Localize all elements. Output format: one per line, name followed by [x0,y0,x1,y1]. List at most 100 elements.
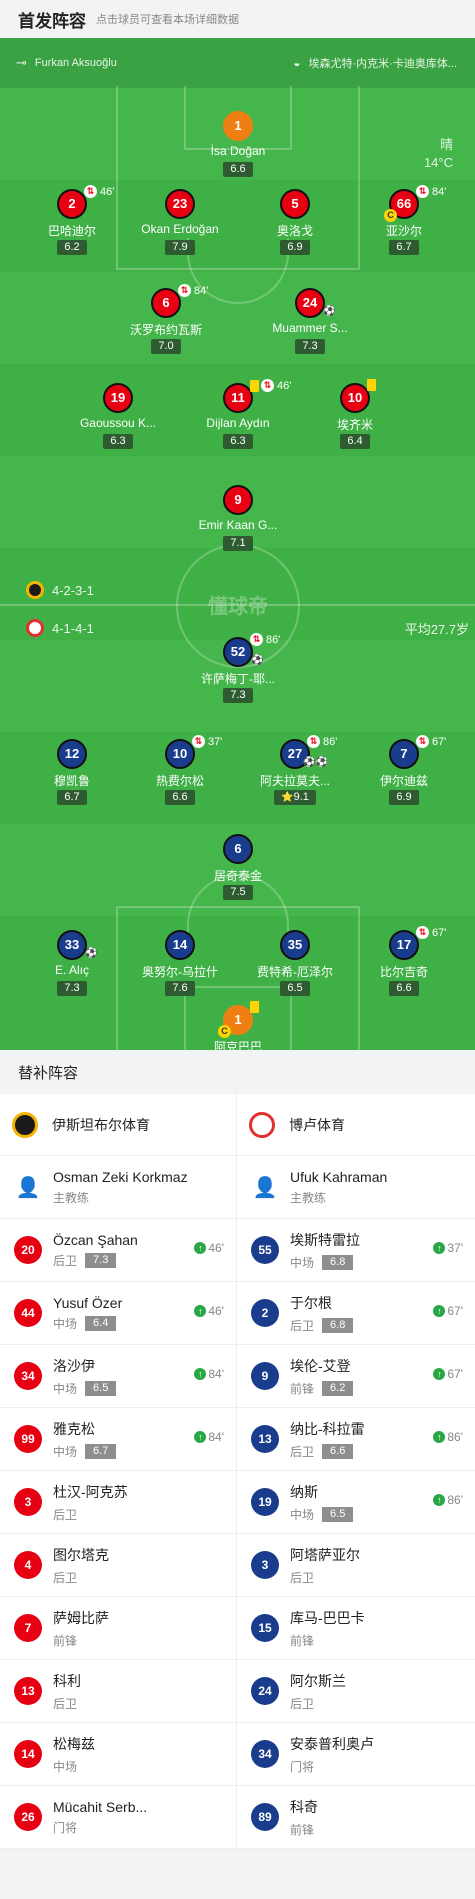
away-sub-row[interactable]: 55 埃斯特雷拉 中场 6.8 ↑ 37' [237,1219,475,1282]
away-player[interactable]: 10 ⇅ 37' 热费尔松 6.6 [130,735,230,805]
sub-in-minute: 46' [208,1304,224,1318]
away-player[interactable]: 52 ⇅ 86' ⚽ 许萨梅丁-耶... 7.3 [188,633,288,703]
away-player[interactable]: 17 ⇅ 67' 比尔吉奇 6.6 [354,926,454,996]
home-sub-row[interactable]: 99 雅克松 中场 6.7 ↑ 84' [0,1408,236,1471]
sub-out-icon: ⇅ [416,185,429,198]
sub-info: Özcan Şahan 后卫 7.3 [53,1232,138,1269]
away-player[interactable]: 14 奥努尔-乌拉什 7.6 [130,930,230,996]
home-sub-row[interactable]: 34 洛沙伊 中场 6.5 ↑ 84' [0,1345,236,1408]
home-team-row[interactable]: 伊斯坦布尔体育 [0,1094,236,1156]
away-player[interactable]: 6 居奇泰金 7.5 [188,834,288,900]
home-player[interactable]: 19 Gaoussou K... 6.3 [68,383,168,449]
away-sub-row[interactable]: 34 安泰普利奥卢 门将 [237,1723,475,1786]
sub-position: 后卫 [53,1253,78,1268]
sub-info: 科利 后卫 [53,1671,81,1712]
sub-number: 13 [251,1425,279,1453]
away-player[interactable]: 35 费特希-厄泽尔 6.5 [245,930,345,996]
sub-position-line: 门将 [53,1819,147,1836]
sub-rating: 6.4 [85,1315,117,1331]
home-sub-row[interactable]: 13 科利 后卫 [0,1660,236,1723]
player-name: 费特希-厄泽尔 [257,965,333,979]
sub-position: 门将 [290,1759,315,1774]
sub-position: 前锋 [53,1633,78,1648]
player-rating: 6.7 [389,240,419,255]
away-sub-row[interactable]: 2 于尔根 后卫 6.8 ↑ 67' [237,1282,475,1345]
home-player[interactable]: 66 C ⇅ 84' 亚沙尔 6.7 [354,185,454,255]
home-sub-row[interactable]: 14 松梅兹 中场 [0,1723,236,1786]
away-team-name: 博卢体育 [289,1116,345,1133]
sub-info: 杜汉-阿克苏 后卫 [53,1482,128,1523]
player-number: 10 [340,383,370,413]
sub-position: 后卫 [53,1570,78,1585]
sub-time: 84' [194,284,209,297]
pitch: ⊸ Furkan Aksuoğlu ◒ 埃森尤特·内克米·卡迪奥库体... 懂球… [0,38,475,1050]
sub-name: 萨姆比萨 [53,1609,109,1626]
away-player[interactable]: 1C阿克巴巴7.4 [188,1001,288,1050]
away-sub-row[interactable]: 15 库马-巴巴卡 前锋 [237,1597,475,1660]
sub-in-time: ↑ 37' [433,1241,463,1255]
home-sub-row[interactable]: 44 Yusuf Özer 中场 6.4 ↑ 46' [0,1282,236,1345]
home-player[interactable]: 23 Okan Erdoğan 7.9 [130,189,230,255]
away-sub-row[interactable]: 13 纳比-科拉雷 后卫 6.6 ↑ 86' [237,1408,475,1471]
home-formation: 4-2-3-1 [26,581,94,599]
player-rating: 6.2 [57,240,87,255]
player-rating: 6.4 [340,434,370,449]
sub-in-minute: 86' [447,1430,463,1444]
sub-in-minute: 84' [208,1430,224,1444]
sub-info: 埃伦-艾登 前锋 6.2 [290,1356,354,1397]
home-sub-row[interactable]: 7 萨姆比萨 前锋 [0,1597,236,1660]
home-sub-row[interactable]: 4 图尔塔克 后卫 [0,1534,236,1597]
away-sub-row[interactable]: 89 科奇 前锋 [237,1786,475,1849]
player-number: 6 [151,288,181,318]
home-player[interactable]: 24 ⚽ Muammer S... 7.3 [260,288,360,354]
home-sub-row[interactable]: 3 杜汉-阿克苏 后卫 [0,1471,236,1534]
away-player[interactable]: 27 ⇅ 86' ⚽⚽ 阿夫拉莫夫... ⭐9.1 [245,735,345,805]
sub-position: 中场 [53,1759,78,1774]
player-rating: 6.6 [165,790,195,805]
away-player[interactable]: 7 ⇅ 67' 伊尔迪兹 6.9 [354,735,454,805]
sub-position-line: 中场 [53,1758,95,1775]
home-player[interactable]: 2 ⇅ 46' 巴哈迪尔 6.2 [22,185,122,255]
sub-time: 46' [277,379,292,392]
sub-name: 科利 [53,1672,81,1689]
sub-info: 阿尔斯兰 后卫 [290,1671,346,1712]
home-player[interactable]: 5 奥洛戈 6.9 [245,189,345,255]
away-player[interactable]: 12 穆凯鲁 6.7 [22,739,122,805]
away-player[interactable]: 33 ⚽ E. Alıç 7.3 [22,930,122,996]
home-player[interactable]: 9 Emir Kaan G... 7.1 [188,485,288,551]
home-player[interactable]: 11 ⇅ 46' Dijlan Aydın 6.3 [188,379,292,449]
sub-info: 萨姆比萨 前锋 [53,1608,109,1649]
player-name: 热费尔松 [155,774,204,788]
away-sub-row[interactable]: 24 阿尔斯兰 后卫 [237,1660,475,1723]
away-sub-row[interactable]: 3 阿塔萨亚尔 后卫 [237,1534,475,1597]
away-sub-row[interactable]: 9 埃伦-艾登 前锋 6.2 ↑ 67' [237,1345,475,1408]
away-coach-row[interactable]: 👤 Ufuk Kahraman 主教练 [237,1156,475,1219]
player-number: 35 [280,930,310,960]
home-sub-row[interactable]: 26 Mücahit Serb... 门将 [0,1786,236,1849]
home-sub-row[interactable]: 20 Özcan Şahan 后卫 7.3 ↑ 46' [0,1219,236,1282]
sub-in-icon: ↑ [433,1431,446,1443]
home-player[interactable]: 6 ⇅ 84' 沃罗布约瓦斯 7.0 [116,284,216,354]
subs-title: 替补阵容 [0,1050,475,1094]
sub-position: 前锋 [290,1381,315,1396]
coach-info: Ufuk Kahraman 主教练 [290,1169,387,1206]
player-rating: 6.6 [223,162,253,177]
sub-position: 中场 [53,1381,78,1396]
sub-position-line: 后卫 6.6 [290,1443,365,1460]
home-player[interactable]: 1 İsa Doğan 6.6 [188,111,288,177]
sub-rating: 6.5 [85,1380,117,1396]
weather-condition: 晴 [439,137,453,152]
player-number: 6 [223,834,253,864]
sub-position: 前锋 [290,1822,315,1837]
home-player[interactable]: 10 埃齐米 6.4 [305,379,405,449]
coach-name: Ufuk Kahraman [290,1168,388,1185]
player-rating: 6.9 [389,790,419,805]
player-rating: 6.5 [280,981,310,996]
sub-out-icon: ⇅ [250,633,263,646]
home-coach-row[interactable]: 👤 Osman Zeki Korkmaz 主教练 [0,1156,236,1219]
player-rating: 7.9 [165,240,195,255]
away-team-row[interactable]: 博卢体育 [237,1094,475,1156]
sub-position-line: 中场 6.5 [53,1380,117,1397]
away-sub-row[interactable]: 19 纳斯 中场 6.5 ↑ 86' [237,1471,475,1534]
player-number: 14 [165,930,195,960]
